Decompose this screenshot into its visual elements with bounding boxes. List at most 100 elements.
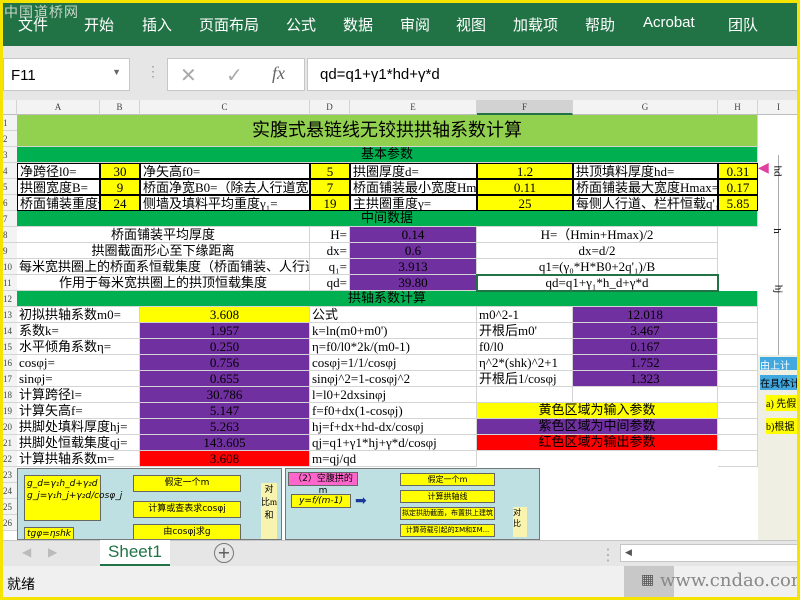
mid-symbol[interactable]: dx= [310, 243, 350, 259]
aux-value[interactable]: 1.323 [573, 371, 718, 387]
mid-label[interactable]: 拱圈截面形心至下缘距离 [17, 243, 310, 259]
aux-label[interactable]: 开根后1/cosφj [477, 371, 573, 387]
basic-param-input[interactable]: 0.11 [477, 179, 573, 195]
col-header-b[interactable]: B [100, 100, 140, 115]
legend-middle[interactable]: 紫色区域为中间参数 [477, 419, 718, 435]
add-sheet-icon[interactable]: + [214, 543, 234, 563]
mid-label[interactable]: 每米宽拱圈上的桥面系恒载集度（桥面铺装、人行道、 [17, 259, 310, 275]
menu-help[interactable]: 帮助 [585, 14, 615, 35]
col-header-a[interactable]: A [17, 100, 100, 115]
cancel-icon[interactable]: ✕ [180, 63, 197, 87]
section-basic-params[interactable]: 基本参数 [17, 147, 758, 163]
calc-formula[interactable]: m=qj/qd [310, 451, 477, 467]
basic-param-input[interactable]: 5 [310, 163, 350, 179]
basic-param-label[interactable]: 侧墙及填料平均重度γ₁= [140, 195, 310, 211]
name-box[interactable]: F11 ▼ [3, 58, 130, 91]
row-header[interactable]: 2 [3, 131, 17, 147]
row-header[interactable]: 26 [3, 515, 17, 531]
menu-insert[interactable]: 插入 [142, 14, 172, 35]
basic-param-input[interactable]: 0.31 [718, 163, 758, 179]
insert-function-icon[interactable]: fx [272, 63, 285, 84]
row-header[interactable]: 4 [3, 163, 17, 179]
calc-value[interactable]: 143.605 [140, 435, 310, 451]
mid-value[interactable]: 39.80 [350, 275, 477, 291]
empty-cell[interactable] [573, 387, 718, 403]
mid-value[interactable]: 3.913 [350, 259, 477, 275]
empty-cell[interactable] [718, 387, 758, 403]
basic-param-label[interactable]: 拱圈宽度B= [17, 179, 100, 195]
row-header[interactable]: 24 [3, 483, 17, 499]
mid-label[interactable]: 作用于每米宽拱圈上的拱顶恒载集度 [17, 275, 310, 291]
calc-formula[interactable]: k=ln(m0+m0') [310, 323, 477, 339]
select-all-corner[interactable] [3, 100, 17, 115]
menu-home[interactable]: 开始 [84, 14, 114, 35]
mid-symbol[interactable]: q₁= [310, 259, 350, 275]
calc-value[interactable]: 5.147 [140, 403, 310, 419]
row-header[interactable]: 19 [3, 403, 17, 419]
menu-view[interactable]: 视图 [456, 14, 486, 35]
basic-param-input[interactable]: 1.2 [477, 163, 573, 179]
row-header[interactable]: 14 [3, 323, 17, 339]
row-header[interactable]: 6 [3, 195, 17, 211]
legend-input[interactable]: 黄色区域为输入参数 [477, 403, 718, 419]
basic-param-label[interactable]: 净矢高f0= [140, 163, 310, 179]
empty-cell[interactable] [718, 403, 758, 419]
calc-value[interactable]: 1.957 [140, 323, 310, 339]
calc-label[interactable]: 系数k= [17, 323, 140, 339]
empty-cell[interactable] [718, 419, 758, 435]
section-arch-axis[interactable]: 拱轴系数计算 [17, 291, 758, 307]
chevron-down-icon[interactable]: ▼ [112, 67, 121, 77]
aux-label[interactable]: 开根后m0' [477, 323, 573, 339]
basic-param-label[interactable]: 桥面净宽B0=（除去人行道宽度 [140, 179, 310, 195]
calc-formula[interactable]: sinφj^2=1-cosφj^2 [310, 371, 477, 387]
row-header[interactable]: 23 [3, 467, 17, 483]
menu-formulas[interactable]: 公式 [286, 14, 316, 35]
calc-formula[interactable]: 公式 [310, 307, 477, 323]
splitter-icon[interactable]: ⋮ [600, 545, 616, 565]
row-header[interactable]: 21 [3, 435, 17, 451]
calc-formula[interactable]: l=l0+2dxsinφj [310, 387, 477, 403]
basic-param-input[interactable]: 9 [100, 179, 140, 195]
empty-cell[interactable] [718, 451, 758, 467]
row-header[interactable]: 25 [3, 499, 17, 515]
row-header[interactable]: 9 [3, 243, 17, 259]
row-header[interactable]: 18 [3, 387, 17, 403]
mid-label[interactable]: 桥面铺装平均厚度 [17, 227, 310, 243]
row-header[interactable]: 11 [3, 275, 17, 291]
basic-param-label[interactable]: 每侧人行道、栏杆恒载q'₁= [573, 195, 718, 211]
row-header[interactable]: 1 [3, 115, 17, 131]
calc-value[interactable]: 5.263 [140, 419, 310, 435]
basic-param-input[interactable]: 25 [477, 195, 573, 211]
confirm-icon[interactable]: ✓ [226, 63, 243, 87]
basic-param-label[interactable]: 桥面铺装最大宽度Hmax= [573, 179, 718, 195]
row-header[interactable]: 13 [3, 307, 17, 323]
mid-formula[interactable]: q1=(γ₀*H*B0+2q'₁)/B [477, 259, 718, 275]
sheet-title[interactable]: 实腹式悬链线无铰拱拱轴系数计算 [17, 115, 758, 147]
mid-symbol[interactable]: H= [310, 227, 350, 243]
col-header-f[interactable]: F [477, 100, 573, 115]
empty-cell[interactable] [477, 387, 573, 403]
basic-param-label[interactable]: 桥面铺装重度γ₀ [17, 195, 100, 211]
drag-handle-icon[interactable]: ⋮ [146, 64, 160, 81]
row-header[interactable]: 5 [3, 179, 17, 195]
row-header[interactable]: 20 [3, 419, 17, 435]
basic-param-label[interactable]: 桥面铺装最小宽度Hmin= [350, 179, 477, 195]
calc-value[interactable]: 0.756 [140, 355, 310, 371]
mid-formula[interactable]: qd=q1+γ₁*h_d+γ*d [477, 275, 718, 291]
basic-param-input[interactable]: 19 [310, 195, 350, 211]
empty-cell[interactable] [718, 355, 758, 371]
mid-formula[interactable]: H=（Hmin+Hmax)/2 [477, 227, 718, 243]
calc-formula[interactable]: η=f0/l0*2k/(m0-1) [310, 339, 477, 355]
calc-value[interactable]: 0.250 [140, 339, 310, 355]
empty-cell[interactable] [718, 339, 758, 355]
menu-data[interactable]: 数据 [343, 14, 373, 35]
menu-page-layout[interactable]: 页面布局 [199, 14, 259, 35]
aux-label[interactable]: η^2*(shk)^2+1 [477, 355, 573, 371]
basic-param-input[interactable]: 0.17 [718, 179, 758, 195]
section-intermediate[interactable]: 中间数据 [17, 211, 758, 227]
row-header[interactable]: 7 [3, 211, 17, 227]
next-sheet-icon[interactable]: ▶ [48, 545, 57, 560]
mid-symbol[interactable]: qd= [310, 275, 350, 291]
basic-param-label[interactable]: 主拱圈重度γ= [350, 195, 477, 211]
calc-label[interactable]: 计算矢高f= [17, 403, 140, 419]
